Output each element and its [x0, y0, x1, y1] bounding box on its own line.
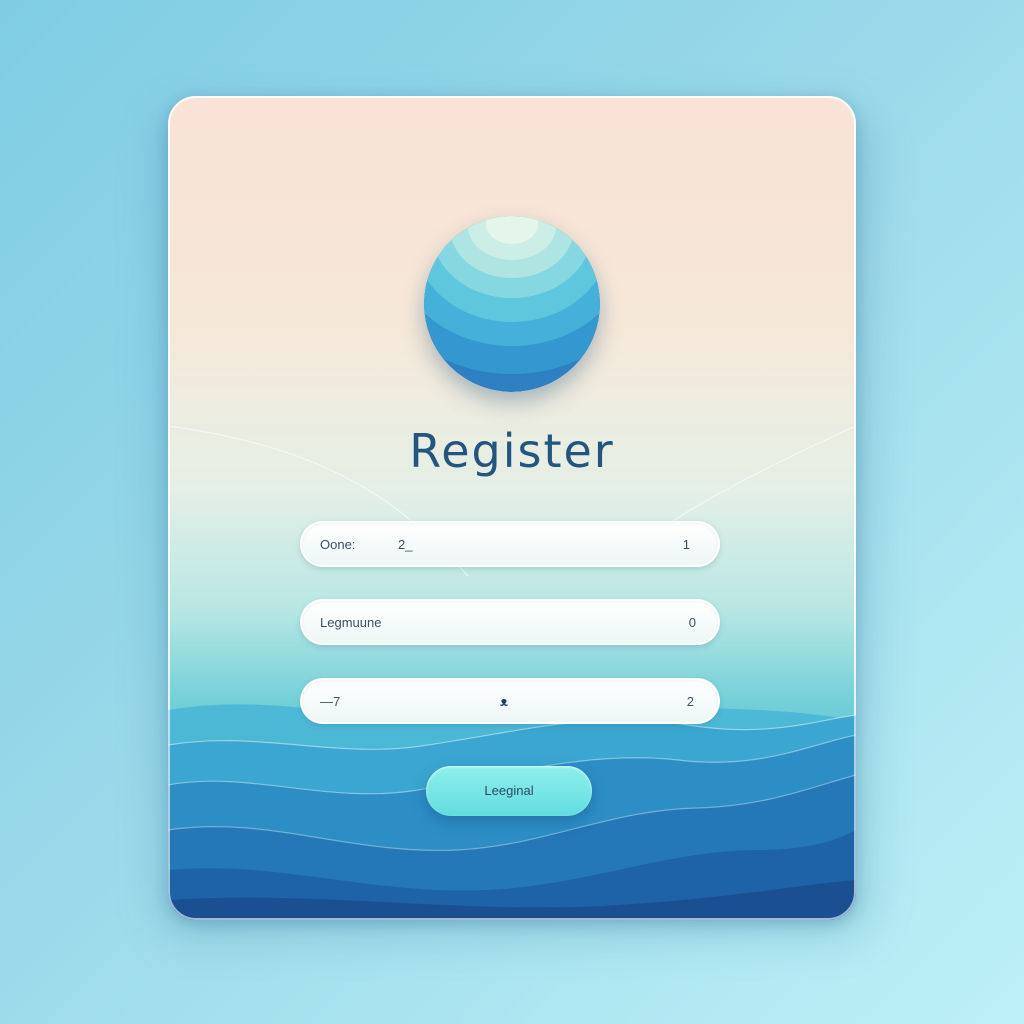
field-3-label: —7 [320, 694, 341, 709]
text-field-1[interactable]: Oone: 2_ 1 [300, 521, 720, 567]
field-2-label: Legmuune [320, 615, 382, 630]
field-3-trailing: 2 [686, 694, 694, 709]
submit-button[interactable]: Leeginal [426, 766, 592, 816]
register-card: Register Oone: 2_ 1 Legmuune 0 —7 ᴥ 2 Le… [168, 96, 856, 920]
globe-logo-icon [424, 216, 600, 392]
page-title: Register [409, 424, 615, 478]
field-1-value: 2_ [398, 537, 413, 552]
text-field-3[interactable]: —7 ᴥ 2 [300, 678, 720, 724]
text-field-2[interactable]: Legmuune 0 [300, 599, 720, 645]
field-2-trailing: 0 [688, 615, 696, 630]
field-1-label: Oone: [320, 537, 356, 552]
field-3-value: ᴥ [500, 694, 508, 709]
field-1-trailing: 1 [682, 537, 690, 552]
